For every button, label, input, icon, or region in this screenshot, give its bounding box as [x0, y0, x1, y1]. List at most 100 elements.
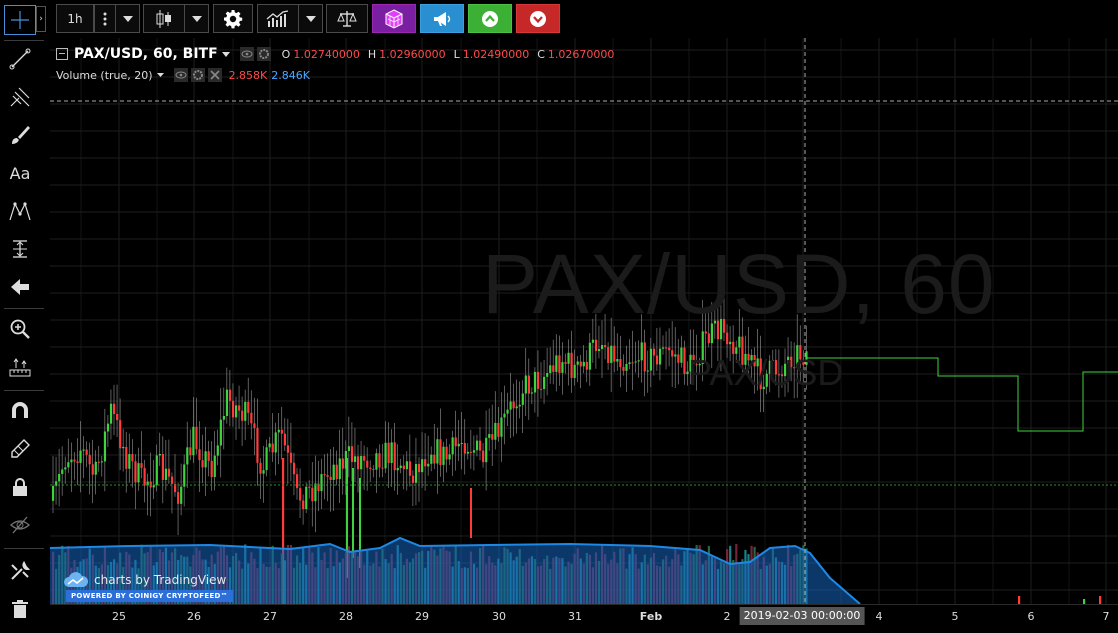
candle-body — [64, 467, 67, 470]
brush-icon — [12, 126, 30, 144]
main-series-legend: PAX/USD, 60, BITF O 1.02740000 H 1.02960… — [56, 44, 614, 64]
candle-body — [405, 461, 408, 470]
candle-body — [497, 422, 500, 437]
candle-body — [192, 426, 195, 456]
candle-body — [216, 445, 219, 456]
candle-body — [180, 486, 183, 504]
candle-body — [430, 454, 433, 464]
candle-body — [97, 461, 100, 463]
magnet-tool[interactable] — [4, 396, 36, 426]
candle-body — [607, 347, 610, 363]
tradingview-branding[interactable]: charts by TradingView POWERED BY COINIGY… — [64, 572, 254, 604]
candle-body — [457, 443, 460, 447]
candle-body — [164, 468, 168, 480]
candle-body — [509, 401, 512, 410]
crosshair-tool[interactable] — [4, 5, 36, 35]
candle-body — [570, 352, 573, 378]
volume-legend: Volume (true, 20) 2.858K 2.846K — [56, 66, 310, 84]
symbol-watermark-sub: PAX/USD — [688, 352, 844, 393]
candle-body — [326, 475, 329, 477]
pitchfork-icon — [10, 87, 30, 107]
open-value: 1.02740000 — [293, 47, 360, 61]
sell-button[interactable] — [516, 4, 560, 33]
toolbar-divider — [4, 548, 44, 549]
settings-button[interactable] — [213, 4, 253, 33]
time-axis[interactable]: 25 26 27 28 29 30 31 Feb 2 4 5 6 7 2019-02-03 00:00:0… — [50, 604, 1118, 633]
volume-title[interactable]: Volume (true, 20) — [56, 69, 153, 82]
candle-body — [555, 355, 558, 372]
chevron-down-icon[interactable] — [156, 73, 164, 77]
brush-tool[interactable] — [4, 120, 36, 150]
volume-remove-button[interactable] — [207, 68, 222, 82]
candle-body — [137, 463, 140, 483]
chart-style-dropdown-button[interactable] — [185, 4, 209, 33]
hide-drawings-tool[interactable] — [4, 510, 36, 540]
candle-body — [418, 464, 421, 473]
pitchfork-tool[interactable] — [4, 82, 36, 112]
candle-body — [655, 355, 659, 365]
candle-body — [329, 476, 332, 481]
candle-body — [228, 389, 232, 401]
candle-body — [396, 467, 399, 471]
candle-body — [183, 464, 186, 487]
collapse-legend-button[interactable] — [56, 48, 68, 60]
zoom-tool[interactable] — [4, 314, 36, 344]
trend-line-tool[interactable] — [4, 44, 36, 74]
candle-body — [665, 347, 668, 349]
candle-body — [332, 464, 335, 481]
interval-more-button[interactable] — [94, 4, 116, 33]
chevron-down-circle-icon — [530, 10, 546, 27]
candle-body — [399, 465, 402, 468]
interval-dropdown-button[interactable] — [116, 4, 140, 33]
candle-body — [588, 342, 591, 370]
chevron-up-circle-icon — [482, 10, 498, 27]
candle-body — [533, 371, 537, 393]
ruler-icon — [9, 358, 31, 377]
series-settings-button[interactable] — [256, 47, 271, 61]
stay-in-drawing-tool[interactable] — [4, 434, 36, 464]
candle-body — [439, 439, 442, 465]
lock-tool[interactable] — [4, 472, 36, 502]
pattern-tool[interactable] — [4, 196, 36, 226]
candle-body — [451, 437, 454, 455]
indicators-dropdown-button[interactable] — [299, 4, 323, 33]
candle-body — [82, 449, 85, 451]
candle-body — [613, 345, 616, 362]
text-tool[interactable]: Aa — [4, 158, 36, 188]
candle-body — [341, 458, 344, 469]
volume-visibility-button[interactable] — [173, 68, 188, 82]
candle-body — [375, 453, 378, 470]
candle-body — [366, 460, 369, 468]
candle-body — [360, 456, 363, 470]
compare-button[interactable] — [326, 4, 368, 33]
candle-body — [640, 342, 643, 361]
tool-expand-button[interactable]: › — [36, 6, 46, 32]
symbol-watermark: PAX/USD, 60 — [482, 237, 996, 331]
candle-body — [283, 433, 286, 446]
measure-tool[interactable] — [4, 234, 36, 264]
tools-settings[interactable] — [4, 556, 36, 586]
remove-drawings-button[interactable] — [4, 594, 36, 624]
ruler-tool[interactable] — [4, 352, 36, 382]
time-axis-label: 27 — [263, 610, 277, 623]
announcements-button[interactable] — [420, 4, 464, 33]
chevron-down-icon[interactable] — [221, 51, 230, 57]
buy-button[interactable] — [468, 4, 512, 33]
candle-body — [235, 405, 238, 418]
time-axis-label: 4 — [875, 610, 883, 623]
candle-body — [70, 459, 73, 463]
candle-body — [500, 417, 503, 437]
volume-settings-button[interactable] — [190, 68, 205, 82]
gear-icon — [192, 70, 203, 80]
cube-app-button[interactable] — [372, 4, 416, 33]
candle-body — [225, 389, 229, 416]
symbol-title[interactable]: PAX/USD, 60, BITF — [74, 46, 218, 62]
arrow-tool[interactable] — [4, 272, 36, 302]
time-axis-label: 30 — [492, 610, 506, 623]
candle-body — [210, 460, 213, 477]
series-visibility-button[interactable] — [239, 47, 254, 61]
chart-style-button[interactable] — [143, 4, 185, 33]
interval-button[interactable]: 1h — [56, 4, 94, 33]
indicators-button[interactable] — [257, 4, 299, 33]
candle-body — [170, 476, 174, 484]
